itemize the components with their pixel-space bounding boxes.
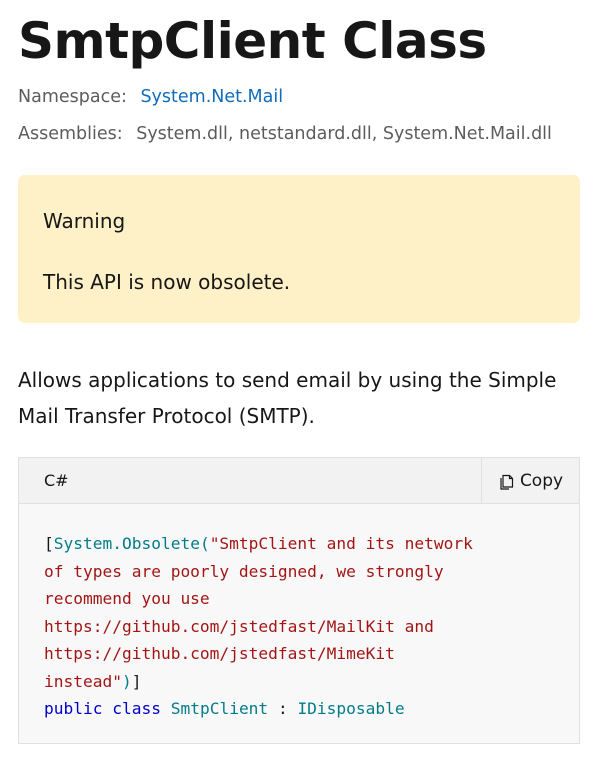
copy-button[interactable]: Copy [481, 458, 579, 503]
code-close-paren: ) [121, 671, 132, 691]
code-class-name: SmtpClient [170, 699, 269, 718]
class-description: Allows applications to send email by usi… [18, 368, 557, 428]
code-snippet: [System.Obsolete("SmtpClient and its net… [44, 530, 564, 723]
code-attribute-name: System.Obsolete [53, 534, 200, 553]
code-string-line: of types are poorly designed, we strongl… [44, 561, 444, 581]
copy-label: Copy [519, 470, 564, 491]
assemblies-row: Assemblies: System.dll, netstandard.dll,… [18, 122, 552, 146]
alert-body: This API is now obsolete. [43, 270, 291, 294]
code-colon: : [277, 699, 288, 718]
warning-alert: Warning This API is now obsolete. [18, 175, 580, 323]
code-open-paren: ( [199, 534, 210, 553]
namespace-label: Namespace: [18, 87, 127, 107]
code-string-line: recommend you use [44, 589, 210, 608]
namespace-link[interactable]: System.Net.Mail [140, 87, 283, 107]
assemblies-label: Assemblies: [18, 124, 123, 144]
code-open-bracket: [ [44, 534, 54, 553]
code-string-line: instead" [44, 671, 122, 691]
alert-title: Warning [43, 209, 126, 233]
code-keyword-public: public [44, 699, 103, 718]
code-language-label: C# [44, 471, 69, 490]
code-close-bracket: ] [131, 671, 142, 691]
code-string-line: https://github.com/jstedfast/MailKit and [44, 616, 434, 636]
page-title: SmtpClient Class [18, 12, 487, 70]
namespace-row: Namespace: System.Net.Mail [18, 85, 283, 109]
code-block: C# Copy [System.Obsolete("SmtpClient and… [18, 457, 580, 744]
assemblies-value: System.dll, netstandard.dll, System.Net.… [136, 124, 552, 144]
code-interface-name: IDisposable [297, 699, 405, 718]
copy-icon [500, 474, 514, 490]
code-header: C# Copy [19, 458, 579, 504]
code-string-line: https://github.com/jstedfast/MimeKit [44, 644, 395, 663]
code-string-line: "SmtpClient and its network [209, 534, 473, 553]
code-keyword-class: class [112, 699, 161, 718]
